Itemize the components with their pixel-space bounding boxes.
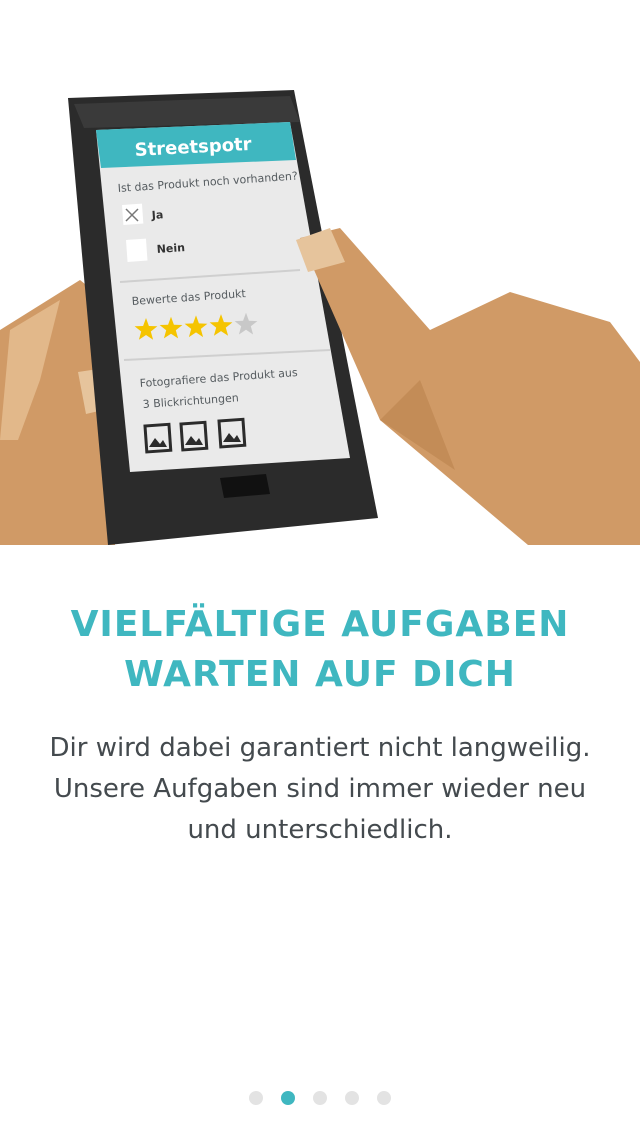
headline-line-1: VIELFÄLTIGE AUFGABEN — [70, 604, 570, 645]
checkbox-no — [126, 238, 148, 262]
page-dot[interactable] — [377, 1091, 391, 1105]
headline: VIELFÄLTIGE AUFGABEN WARTEN AUF DICH — [0, 600, 640, 700]
headline-line-2: WARTEN AUF DICH — [124, 654, 516, 695]
description: Dir wird dabei garantiert nicht langweil… — [20, 728, 620, 851]
page-dot-active[interactable] — [281, 1091, 295, 1105]
hero-illustration: Streetspotr Ist das Produkt noch vorhand… — [0, 0, 640, 560]
page-dot[interactable] — [249, 1091, 263, 1105]
description-line-1: Dir wird dabei garantiert nicht langweil… — [49, 733, 591, 763]
option-no-label: Nein — [156, 241, 185, 256]
page-dot[interactable] — [345, 1091, 359, 1105]
home-button — [220, 474, 270, 498]
option-yes-label: Ja — [150, 208, 163, 222]
description-line-2: Unsere Aufgaben sind immer wieder neu — [53, 774, 587, 804]
description-line-3: und unterschiedlich. — [187, 815, 453, 845]
phone-in-hands-illustration: Streetspotr Ist das Produkt noch vorhand… — [0, 90, 640, 545]
page-dot[interactable] — [313, 1091, 327, 1105]
page-indicator[interactable] — [0, 1091, 640, 1107]
